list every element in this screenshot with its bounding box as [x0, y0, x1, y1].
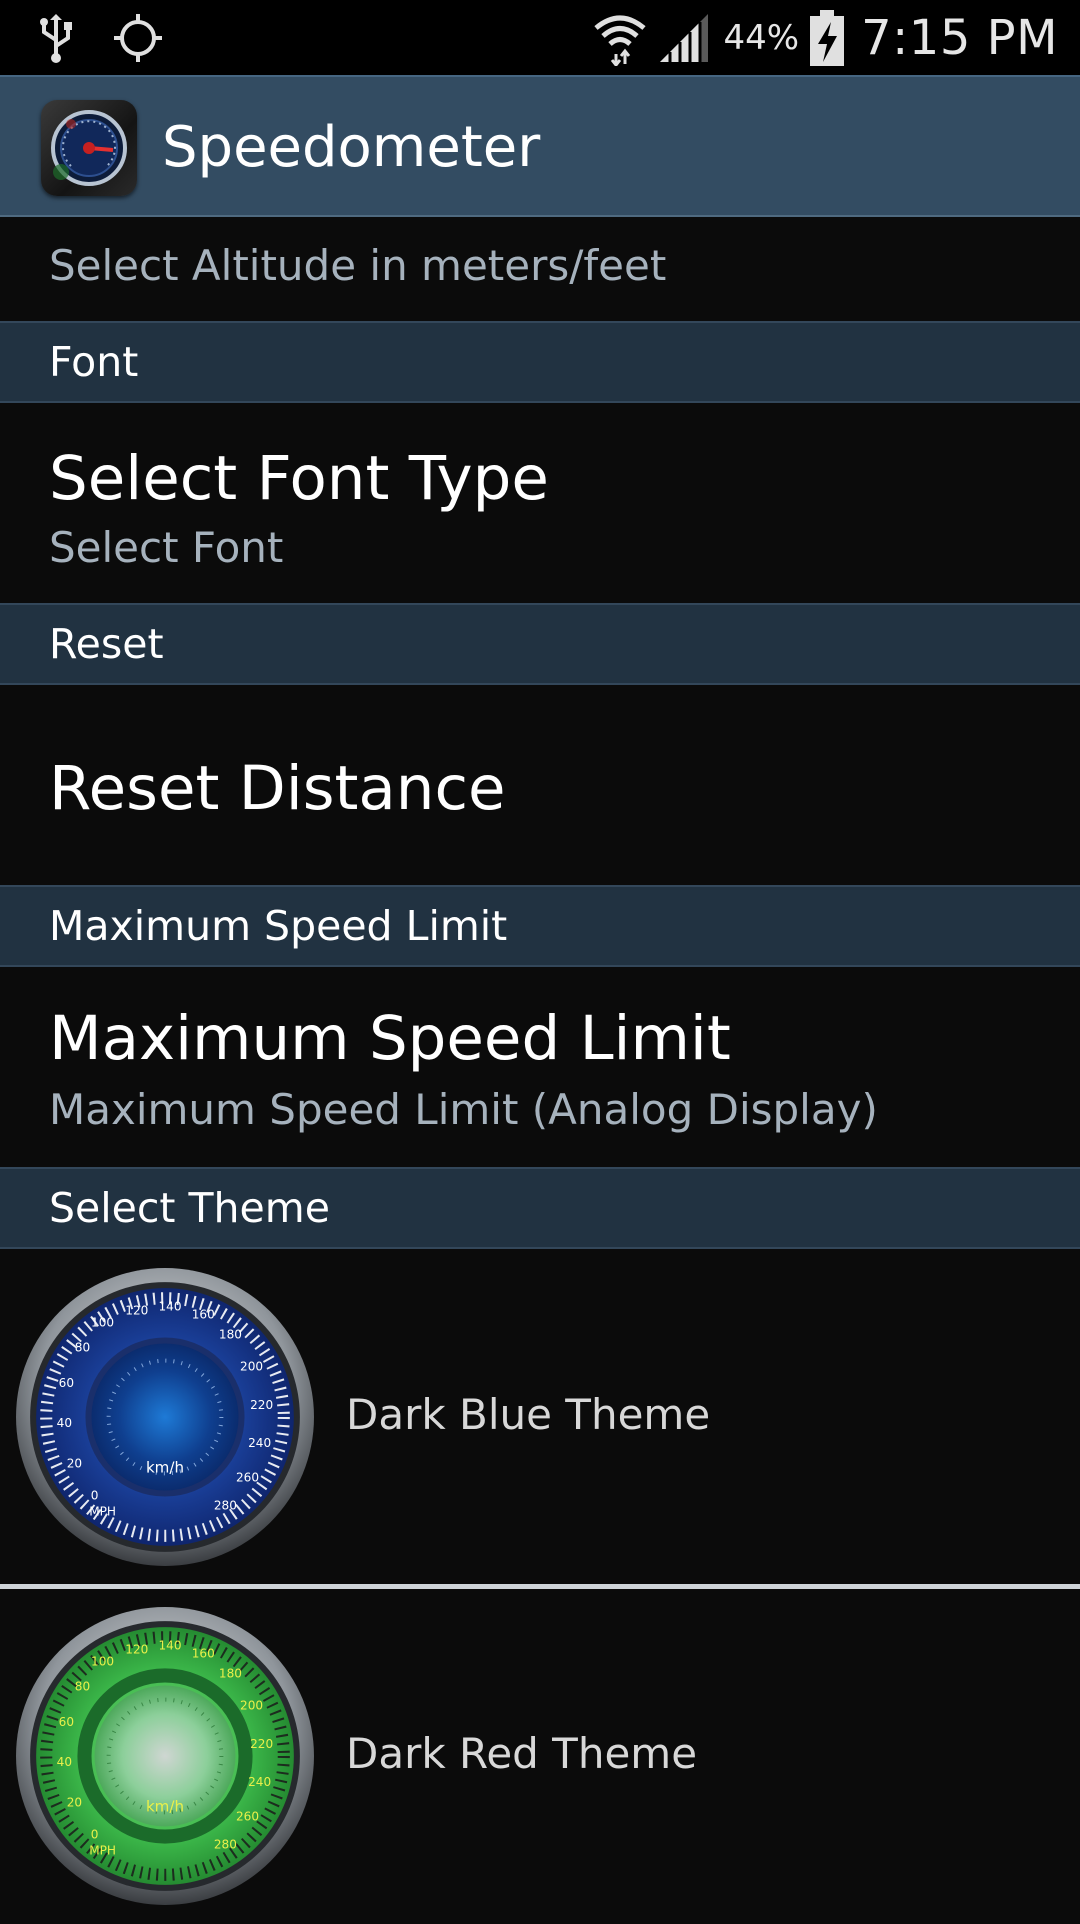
gauge-tick-label: 260 [236, 1809, 259, 1823]
gauge-tick-label: 180 [219, 1327, 242, 1341]
theme-label: Dark Red Theme [346, 1729, 698, 1778]
action-bar: Speedometer [0, 75, 1080, 217]
status-left-icons [36, 8, 164, 68]
pref-summary: Maximum Speed Limit (Analog Display) [49, 1085, 878, 1134]
gauge-tick-label: 200 [240, 1360, 263, 1374]
section-header-label: Maximum Speed Limit [49, 902, 508, 950]
gauge-tick-label: 60 [59, 1376, 74, 1390]
gauge-tick-label: 200 [240, 1699, 263, 1713]
speedometer-dial-icon [51, 110, 127, 186]
signal-icon [659, 13, 708, 62]
gauge-tick-label: 240 [248, 1775, 271, 1789]
gauge-unit-label: km/h [146, 1458, 184, 1476]
status-bar: 44% 7:15 PM [0, 0, 1080, 75]
section-header-label: Font [49, 338, 139, 386]
gauge-tick-label: 260 [236, 1470, 259, 1484]
gauge-tick-label: 140 [159, 1299, 182, 1313]
gauge-tick-label: 100 [91, 1654, 114, 1668]
blue-speedometer-gauge: 0 20 40 60 80 100 120 140 160 180 200 22… [16, 1268, 314, 1566]
gauge-tick-label: 40 [57, 1416, 72, 1430]
battery-percent: 44% [723, 17, 800, 58]
pref-summary: Select Font [49, 523, 284, 572]
section-header-font: Font [0, 321, 1080, 403]
gauge-tick-label: 220 [250, 1398, 273, 1412]
gauge-tick-label: 0 [91, 1489, 99, 1503]
section-header-speed-limit: Maximum Speed Limit [0, 885, 1080, 967]
green-speedometer-gauge: 0 20 40 60 80 100 120 140 160 180 200 22… [16, 1607, 314, 1905]
gauge-tick-label: 120 [125, 1642, 148, 1656]
altitude-summary: Select Altitude in meters/feet [49, 241, 667, 290]
reset-distance-row[interactable]: Reset Distance [0, 685, 1080, 886]
gauge-tick-label: 120 [125, 1303, 148, 1317]
section-header-label: Reset [49, 620, 164, 668]
gauge-tick-label: 160 [192, 1646, 215, 1660]
gps-icon [114, 14, 162, 62]
theme-row-dark-blue[interactable]: 0 20 40 60 80 100 120 140 160 180 200 22… [0, 1250, 1080, 1585]
pref-title: Maximum Speed Limit [49, 1003, 731, 1074]
gauge-tick-label: 180 [219, 1666, 242, 1680]
gauge-tick-label: 160 [192, 1307, 215, 1321]
speed-limit-pref-row[interactable]: Maximum Speed Limit Maximum Speed Limit … [0, 967, 1080, 1168]
section-header-theme: Select Theme [0, 1167, 1080, 1249]
gauge-sub-unit-label: MPH [89, 1844, 116, 1858]
gauge-tick-label: 0 [91, 1828, 99, 1842]
gauge-tick-label: 280 [214, 1838, 237, 1852]
section-header-reset: Reset [0, 603, 1080, 685]
pref-title: Reset Distance [49, 753, 506, 824]
gauge-tick-label: 220 [250, 1737, 273, 1751]
theme-label: Dark Blue Theme [346, 1390, 711, 1439]
gauge-tick-label: 80 [75, 1680, 90, 1694]
usb-icon [40, 14, 72, 63]
wifi-icon [593, 15, 646, 66]
gauge-sub-unit-label: MPH [89, 1505, 116, 1519]
gauge-unit-label: km/h [146, 1797, 184, 1815]
gauge-tick-label: 100 [91, 1315, 114, 1329]
gauge-tick-label: 60 [59, 1715, 74, 1729]
pref-title: Select Font Type [49, 443, 549, 514]
gauge-tick-label: 280 [214, 1499, 237, 1513]
status-right-icons: 44% 7:15 PM [592, 0, 1058, 75]
font-pref-row[interactable]: Select Font Type Select Font [0, 403, 1080, 604]
gauge-tick-label: 80 [75, 1341, 90, 1355]
gauge-tick-label: 40 [57, 1755, 72, 1769]
status-time: 7:15 PM [861, 9, 1058, 66]
gauge-tick-label: 20 [67, 1795, 82, 1809]
battery-charging-icon [810, 9, 845, 66]
gauge-tick-label: 240 [248, 1436, 271, 1450]
altitude-pref-row[interactable]: Select Altitude in meters/feet [0, 217, 1080, 321]
app-title: Speedometer [162, 115, 541, 180]
gauge-tick-label: 20 [67, 1456, 82, 1470]
theme-row-dark-red[interactable]: 0 20 40 60 80 100 120 140 160 180 200 22… [0, 1589, 1080, 1924]
speedometer-app-icon[interactable] [41, 100, 137, 196]
gauge-tick-label: 140 [159, 1638, 182, 1652]
section-header-label: Select Theme [49, 1184, 330, 1232]
